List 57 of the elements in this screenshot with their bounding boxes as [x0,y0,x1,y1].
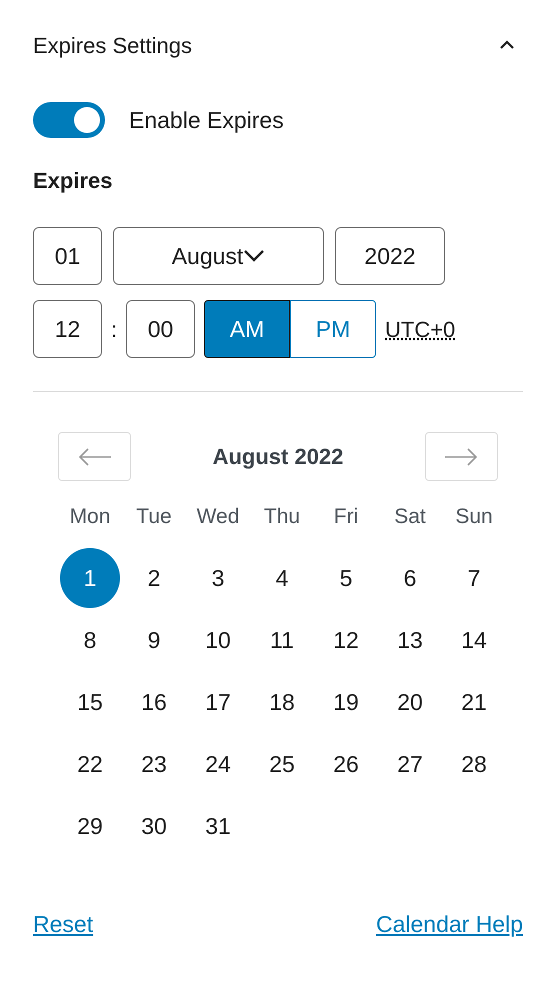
calendar-day[interactable]: 15 [60,672,120,732]
toggle-switch[interactable] [33,102,105,138]
weekday-label: Sun [455,504,493,529]
calendar-day[interactable]: 5 [316,548,376,608]
weekday-label: Sat [394,504,426,529]
calendar-day[interactable]: 7 [444,548,504,608]
calendar-day[interactable]: 14 [444,610,504,670]
time-separator: : [110,316,118,344]
calendar-day[interactable]: 27 [380,734,440,794]
calendar-day[interactable]: 10 [188,610,248,670]
calendar-day[interactable]: 19 [316,672,376,732]
minute-input[interactable]: 00 [126,300,195,358]
period-toggle[interactable]: AM [204,300,290,358]
calendar-title: August 2022 [212,443,344,471]
arrow-right-icon [443,448,480,466]
calendar-day[interactable]: 13 [380,610,440,670]
chevron-down-icon [243,249,266,263]
calendar-day[interactable]: 1 [60,548,120,608]
day-input[interactable]: 01 [33,227,102,285]
weekday-label: Thu [264,504,300,529]
weekday-label: Wed [196,504,240,529]
calendar-day[interactable]: 17 [188,672,248,732]
calendar-day[interactable]: 9 [124,610,184,670]
calendar-day[interactable]: 18 [252,672,312,732]
calendar-day[interactable]: 26 [316,734,376,794]
year-input[interactable]: 2022 [335,227,445,285]
calendar-day[interactable]: 12 [316,610,376,670]
panel-title: Expires Settings [33,32,192,60]
weekday-label: Fri [334,504,358,529]
calendar-day[interactable]: 25 [252,734,312,794]
calendar-day[interactable]: 31 [188,796,248,856]
footer-link[interactable]: Reset [33,907,94,942]
weekday-label: Tue [136,504,172,529]
calendar-day[interactable]: 24 [188,734,248,794]
arrow-left-icon [76,448,112,466]
calendar-day[interactable]: 8 [60,610,120,670]
calendar-day[interactable]: 2 [124,548,184,608]
toggle-label: Enable Expires [129,106,284,135]
timezone-label: UTC+0 [385,316,456,344]
footer-link[interactable]: Calendar Help [376,907,523,942]
calendar-day[interactable]: 28 [444,734,504,794]
calendar-day[interactable]: 3 [188,548,248,608]
calendar-day[interactable]: 29 [60,796,120,856]
calendar-day[interactable]: 16 [124,672,184,732]
calendar-day[interactable]: 6 [380,548,440,608]
calendar-day[interactable]: 11 [252,610,312,670]
weekday-label: Mon [70,504,110,529]
section-label: Expires [33,167,114,195]
hour-input[interactable]: 12 [33,300,102,358]
period-toggle[interactable]: PM [290,300,376,358]
calendar-day[interactable]: 23 [124,734,184,794]
calendar-day[interactable]: 20 [380,672,440,732]
calendar-day[interactable]: 21 [444,672,504,732]
calendar-day[interactable]: 30 [124,796,184,856]
calendar-day[interactable]: 22 [60,734,120,794]
calendar-day[interactable]: 4 [252,548,312,608]
month-select[interactable]: August [113,227,324,285]
